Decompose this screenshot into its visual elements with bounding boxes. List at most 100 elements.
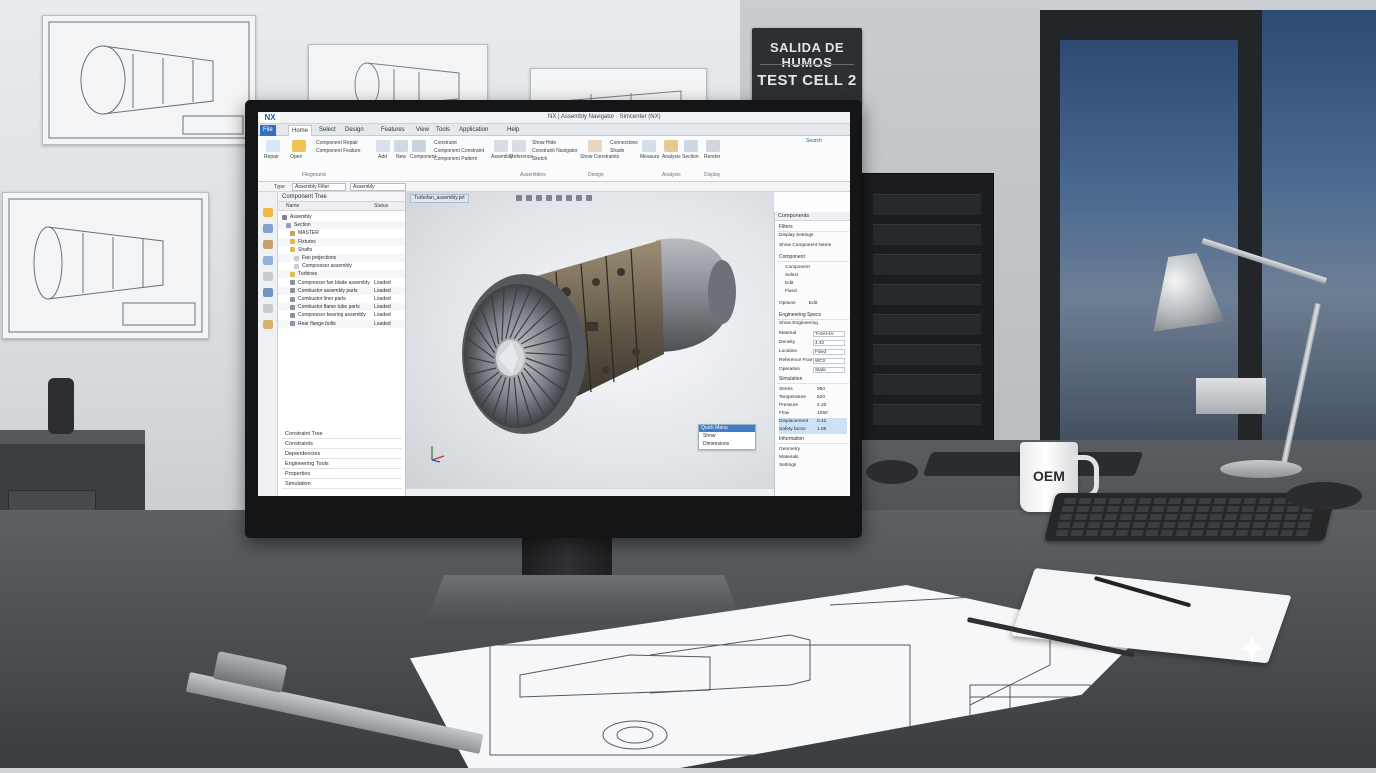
tab-select[interactable]: Select xyxy=(316,125,339,136)
navigator-tree-row[interactable]: Fixtures xyxy=(278,237,405,246)
add-icon[interactable] xyxy=(376,140,390,152)
tab-home[interactable]: Home xyxy=(288,125,313,136)
property-value-field[interactable]: 4.43 xyxy=(813,340,845,346)
simulation-row[interactable]: Flow 1050 xyxy=(779,410,847,418)
ribbon-label[interactable]: Constraint Navigator xyxy=(532,148,578,154)
property-key: Reference Frame xyxy=(779,358,817,363)
roles-icon[interactable] xyxy=(263,288,273,297)
ribbon-label: Component xyxy=(410,154,436,160)
ribbon-label[interactable]: Component Constraint xyxy=(434,148,484,154)
simulation-row[interactable]: Safety factor 1.85 xyxy=(779,426,847,434)
ribbon-label[interactable]: Component Repair xyxy=(316,140,358,146)
navigator-section-header[interactable]: Properties xyxy=(282,470,402,479)
history-icon[interactable] xyxy=(263,272,273,281)
graphics-viewport[interactable]: Turbofan_assembly.prt Quick Menu Show Di… xyxy=(406,192,774,496)
navigator-section-header[interactable]: Simulation xyxy=(282,480,402,489)
ribbon-label[interactable]: Constraint xyxy=(434,140,457,146)
section-icon[interactable] xyxy=(684,140,698,152)
tab-help[interactable]: Help xyxy=(504,125,522,136)
navigator-tree-row[interactable]: Compressor fan blade assembly Loaded xyxy=(278,279,405,287)
property-value-field[interactable]: Fixed xyxy=(813,349,845,355)
constraint-navigator-icon[interactable] xyxy=(263,240,273,249)
simulation-row[interactable]: Pressure 4.20 xyxy=(779,402,847,410)
tab-features[interactable]: Features xyxy=(378,125,408,136)
repair-icon[interactable] xyxy=(266,140,280,152)
information-checkbox[interactable]: Settings xyxy=(779,462,847,470)
navigator-tree-row[interactable]: Combustor assembly parts Loaded xyxy=(278,286,405,295)
ribbon-label[interactable]: Component Pattern xyxy=(434,156,477,162)
navigator-tree-row[interactable]: Compressor assembly xyxy=(278,262,405,270)
tab-tools[interactable]: Tools xyxy=(433,125,453,136)
tab-design[interactable]: Design xyxy=(342,125,367,136)
show-engineering-checkbox[interactable]: Show Engineering xyxy=(779,320,847,328)
display-settings-field[interactable]: Display Settings xyxy=(779,232,847,240)
assembly-icon[interactable] xyxy=(494,140,508,152)
ribbon-label[interactable]: Component Feature xyxy=(316,148,360,154)
component-list-item[interactable]: Component xyxy=(785,264,850,272)
open-folder-icon[interactable] xyxy=(292,140,306,152)
navigator-tree-row[interactable]: MASTER xyxy=(278,229,405,237)
filter-dropdown[interactable]: Assembly Filter xyxy=(292,183,346,191)
popup-item-dimensions[interactable]: Dimensions xyxy=(699,440,755,448)
navigator-tree-row[interactable]: Compressor bearing assembly Loaded xyxy=(278,311,405,319)
turbofan-engine-model[interactable] xyxy=(406,192,774,496)
property-value-field[interactable]: WCS xyxy=(813,358,845,364)
constraints-icon[interactable] xyxy=(588,140,602,152)
navigator-tree-row[interactable]: Fan projections xyxy=(278,254,405,262)
system-materials-icon[interactable] xyxy=(263,304,273,313)
column-status[interactable]: Status xyxy=(374,203,388,209)
tab-file[interactable]: File xyxy=(260,125,276,136)
ribbon-label[interactable]: Shade xyxy=(610,148,624,154)
navigator-section-header[interactable]: Dependencies xyxy=(282,450,402,459)
navigator-section-header[interactable]: Constraint Tree xyxy=(282,430,402,439)
navigator-tree-row[interactable]: Combustor flame tube parts Loaded xyxy=(278,303,405,312)
search-label[interactable]: Search xyxy=(806,138,822,144)
show-component-name-checkbox[interactable]: Show Component Name xyxy=(779,242,847,250)
component-list-item[interactable]: Fixed xyxy=(785,288,850,296)
reference-icon[interactable] xyxy=(512,140,526,152)
simulation-row[interactable]: Displacement 0.42 xyxy=(779,418,847,426)
simulation-row[interactable]: Temperature 620 xyxy=(779,394,847,402)
component-icon[interactable] xyxy=(412,140,426,152)
ribbon-label[interactable]: Show Hide xyxy=(532,140,556,146)
tab-application[interactable]: Application xyxy=(456,125,491,136)
section-engineering-specs[interactable]: Engineering Specs xyxy=(777,312,849,320)
section-information[interactable]: Information xyxy=(777,436,849,444)
popup-item-show[interactable]: Show xyxy=(699,432,755,440)
tab-view[interactable]: View xyxy=(413,125,432,136)
component-list-item[interactable]: Select xyxy=(785,272,850,280)
new-icon[interactable] xyxy=(394,140,408,152)
section-filters[interactable]: Filters xyxy=(777,224,849,232)
navigator-section-header[interactable]: Constraints xyxy=(282,440,402,449)
assembly-navigator-icon[interactable] xyxy=(263,208,273,217)
part-navigator-icon[interactable] xyxy=(263,224,273,233)
navigator-tree-row[interactable]: Turbines xyxy=(278,270,405,279)
scope-dropdown[interactable]: Assembly xyxy=(350,183,406,191)
navigator-tree-row[interactable]: Assembly xyxy=(278,213,405,221)
palette-icon[interactable] xyxy=(263,320,273,329)
navigator-tree-row[interactable]: Shafts xyxy=(278,246,405,254)
app-logo[interactable]: NX xyxy=(260,113,280,123)
ribbon-label[interactable]: Connections xyxy=(610,140,638,146)
navigator-section-header[interactable]: Engineering Tools xyxy=(282,460,402,469)
measure-icon[interactable] xyxy=(642,140,656,152)
component-icon xyxy=(290,296,295,302)
options-button[interactable]: Options xyxy=(779,301,796,306)
property-value-field[interactable]: Static xyxy=(813,367,845,373)
section-simulation[interactable]: Simulation xyxy=(777,376,849,384)
analysis-icon[interactable] xyxy=(664,140,678,152)
reuse-library-icon[interactable] xyxy=(263,256,273,265)
column-name[interactable]: Name xyxy=(286,203,299,209)
ribbon-label[interactable]: Sketch xyxy=(532,156,547,162)
edit-button[interactable]: Edit xyxy=(809,301,817,306)
information-checkbox[interactable]: Materials xyxy=(779,454,847,462)
property-value-field[interactable]: Ti-6Al-4V xyxy=(813,331,845,337)
navigator-tree-row[interactable]: Section xyxy=(278,221,405,230)
navigator-tree-row[interactable]: Combustor liner parts Loaded xyxy=(278,295,405,303)
section-component[interactable]: Component xyxy=(777,254,849,262)
simulation-row[interactable]: Stress 850 xyxy=(779,386,847,394)
navigator-tree-row[interactable]: Rear flange bolts Loaded xyxy=(278,319,405,328)
render-icon[interactable] xyxy=(706,140,720,152)
information-checkbox[interactable]: Geometry xyxy=(779,446,847,454)
component-list-item[interactable]: Edit xyxy=(785,280,850,288)
